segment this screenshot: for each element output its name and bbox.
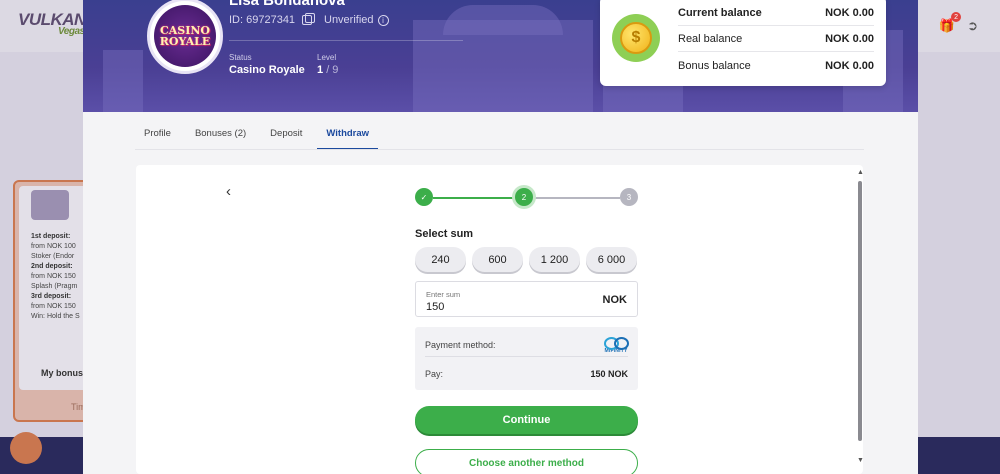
continue-button[interactable]: Continue — [415, 406, 638, 434]
sum-chip[interactable]: 1 200 — [529, 247, 580, 272]
sum-input-label: Enter sum — [426, 290, 461, 299]
profile-modal: CASINO ROYALE Lisa Bondanova ID: 6972734… — [83, 0, 918, 474]
current-balance-value: NOK 0.00 — [825, 6, 874, 19]
casino-royale-badge: CASINO ROYALE — [154, 5, 216, 67]
current-balance-label: Current balance — [678, 6, 762, 19]
balance-card: $ Current balance NOK 0.00 Real balance … — [600, 0, 886, 86]
scrollbar-thumb[interactable] — [858, 181, 862, 441]
payment-method-row: Payment method: MIFINITY — [425, 333, 629, 357]
user-name: Lisa Bondanova — [229, 0, 345, 9]
level-label: Level — [317, 53, 337, 62]
sum-input[interactable]: Enter sum 150 NOK — [415, 281, 638, 317]
chat-button[interactable] — [10, 432, 42, 464]
sum-chip[interactable]: 600 — [472, 247, 523, 272]
avatar: CASINO ROYALE — [147, 0, 223, 74]
scroll-down-icon[interactable]: ▼ — [857, 457, 864, 464]
back-chevron-icon[interactable]: ‹ — [226, 183, 231, 200]
real-balance-value: NOK 0.00 — [825, 32, 874, 45]
coin-icon: $ — [612, 14, 660, 62]
gift-icon[interactable]: 🎁 2 — [939, 12, 962, 34]
sum-chip[interactable]: 240 — [415, 247, 466, 272]
tab-withdraw[interactable]: Withdraw — [317, 122, 379, 150]
step-3: 3 — [620, 188, 638, 206]
bonus-balance-label: Bonus balance — [678, 60, 751, 72]
step-2: 2 — [515, 188, 533, 206]
tab-deposit[interactable]: Deposit — [261, 122, 311, 150]
tab-profile[interactable]: Profile — [135, 122, 180, 150]
site-logo[interactable]: VULKAN Vegas — [18, 10, 86, 37]
info-icon[interactable]: i — [377, 14, 389, 26]
profile-hero: CASINO ROYALE Lisa Bondanova ID: 6972734… — [83, 0, 918, 112]
sum-input-value[interactable]: 150 — [426, 301, 444, 313]
scroll-up-icon[interactable]: ▲ — [857, 169, 864, 176]
status-label: Status — [229, 53, 252, 62]
bonus-balance-row: Bonus balance NOK 0.00 — [678, 53, 874, 79]
profile-tabs: Profile Bonuses (2) Deposit Withdraw — [135, 122, 384, 150]
copy-icon[interactable] — [302, 13, 316, 25]
sum-currency: NOK — [602, 294, 627, 306]
my-bonuses-link[interactable]: My bonus — [41, 368, 83, 378]
tab-bonuses[interactable]: Bonuses (2) — [186, 122, 255, 150]
pay-amount: 150 NOK — [590, 369, 628, 379]
gift-count-badge: 2 — [951, 12, 962, 22]
pay-row: Pay: 150 NOK — [425, 363, 628, 385]
payment-summary: Payment method: MIFINITY Pay: 150 NOK — [415, 327, 638, 390]
choose-another-method-button[interactable]: Choose another method — [415, 449, 638, 474]
real-balance-label: Real balance — [678, 32, 743, 45]
user-id-text: ID: 69727341 — [229, 14, 296, 26]
sum-chips: 240 600 1 200 6 000 — [415, 247, 637, 272]
mifinity-logo: MIFINITY — [604, 336, 629, 354]
scrollbar[interactable]: ▲ ▼ — [857, 169, 864, 469]
step-1-check-icon: ✓ — [415, 188, 433, 206]
gift-image — [31, 190, 69, 220]
withdraw-stepper: ✓ 2 3 — [415, 188, 639, 206]
logout-icon[interactable]: ➲ — [967, 18, 978, 34]
user-id: ID: 69727341 — [229, 13, 316, 26]
status-value: Casino Royale — [229, 64, 305, 76]
current-balance-row: Current balance NOK 0.00 — [678, 0, 874, 26]
bonus-balance-value: NOK 0.00 — [825, 60, 874, 72]
sum-chip[interactable]: 6 000 — [586, 247, 637, 272]
verification-text: Unverified — [324, 14, 374, 26]
withdraw-panel: ‹ ✓ 2 3 Select sum 240 600 1 200 6 000 E… — [136, 165, 864, 474]
real-balance-row: Real balance NOK 0.00 — [678, 26, 874, 52]
select-sum-title: Select sum — [415, 228, 474, 240]
verification-status: Unverified i — [324, 14, 389, 26]
level-value: 1 / 9 — [317, 64, 339, 76]
pay-label: Pay: — [425, 369, 444, 379]
payment-method-label: Payment method: — [425, 339, 496, 350]
